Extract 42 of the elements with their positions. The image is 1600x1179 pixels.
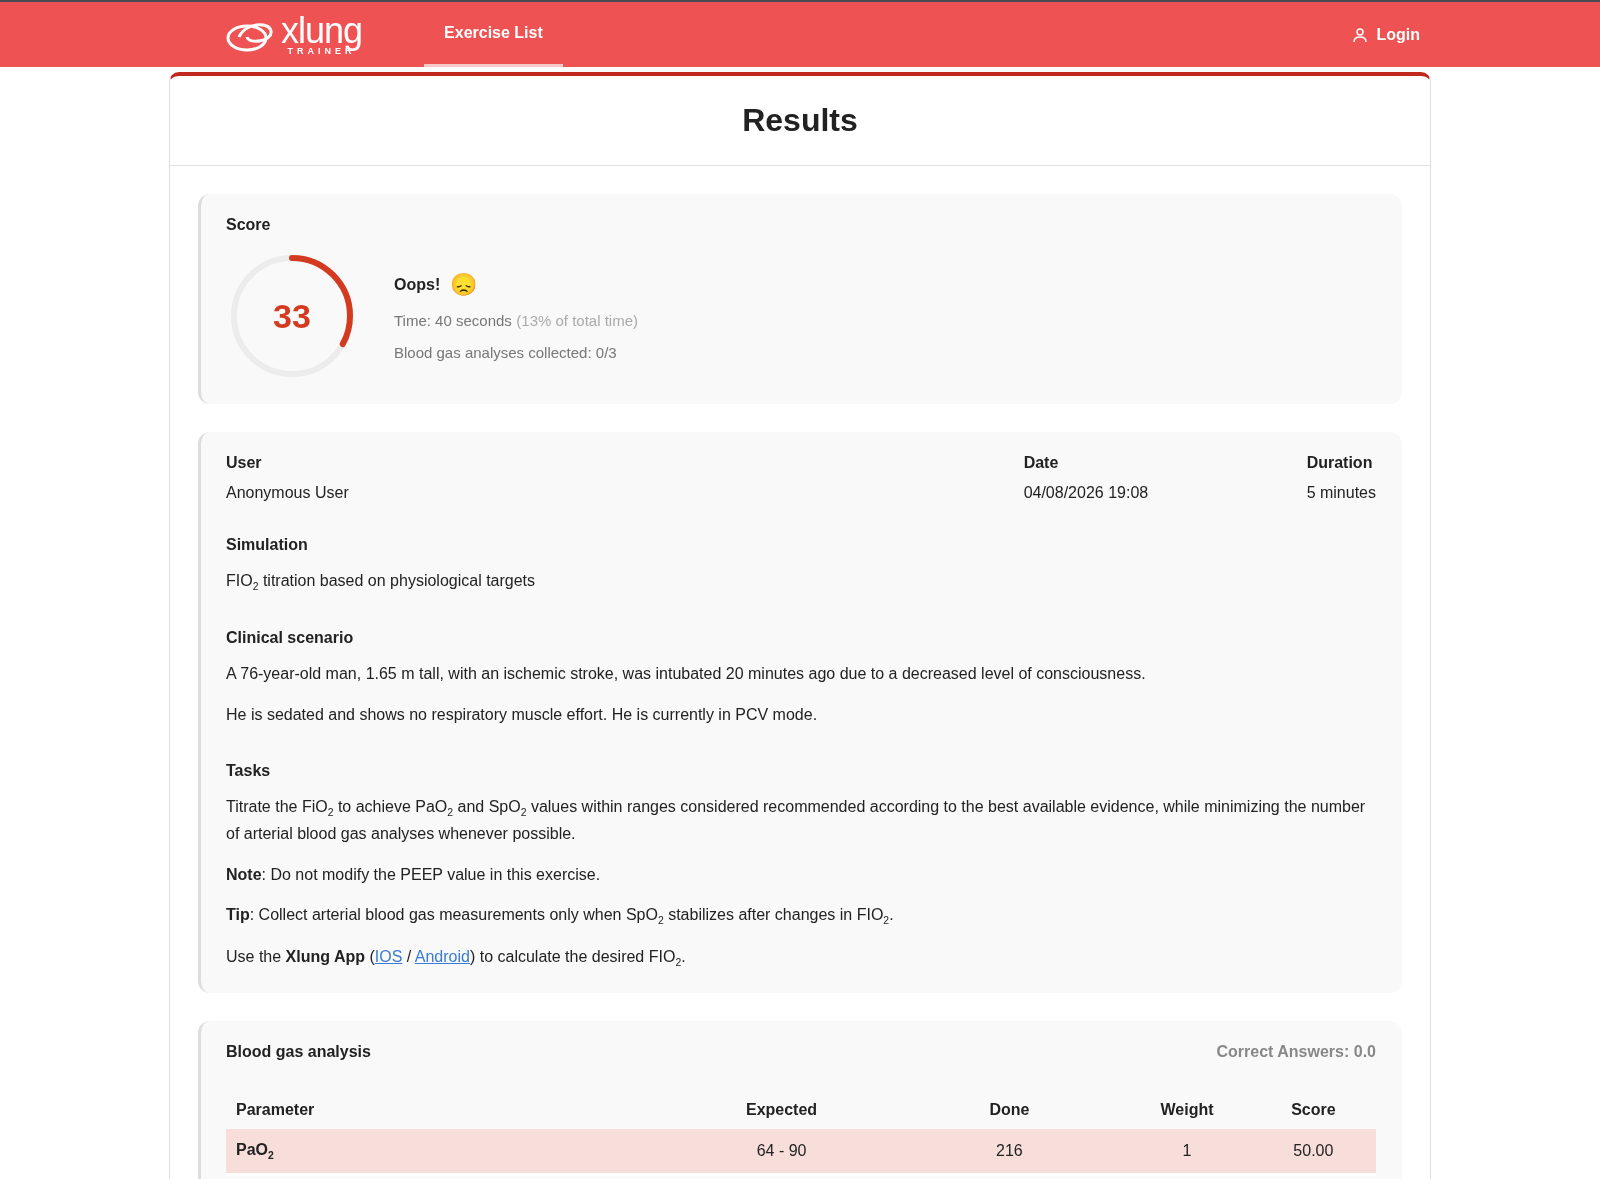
table-cell: 1 xyxy=(1123,1128,1251,1175)
logo-wordmark: xlung xyxy=(281,13,363,49)
time-share-text: (13% of total time) xyxy=(516,311,638,329)
paragraph: He is sedated and shows no respiratory muscle effort. He is currently in PCV mode. xyxy=(226,704,819,725)
table-cell: 64 - 90 xyxy=(667,1128,896,1175)
paragraph: Use the Xlung App (IOS / Android) to calculate the desired FIO$_{2}$. xyxy=(226,946,687,970)
field-value: 04/08/2026 19:08 xyxy=(1023,484,1150,502)
table-cell: PaO$_{2}$ xyxy=(226,1128,668,1175)
correct-answers: Correct Answers: 0.0 xyxy=(1216,1042,1376,1061)
page-title: Results xyxy=(170,76,1430,166)
column-header: Done xyxy=(895,1090,1124,1129)
section-heading: Simulation xyxy=(226,536,309,554)
paragraph: Note: Do not modify the PEEP value in this exercise. xyxy=(226,864,602,885)
paragraph: A 76-year-old man, 1.65 m tall, with an ischemic stroke, was intubated 20 minutes ago due to a decreased level of consciousness. xyxy=(226,664,1147,685)
nav-tab[interactable]: Exercise List xyxy=(424,2,563,67)
column-header: Parameter xyxy=(226,1090,668,1129)
paragraph: Tip: Collect arterial blood gas measurements only when SpO$_{2}$ stabilizes after changes in FIO$_{2}$. xyxy=(226,905,895,929)
result-headline: Oops! xyxy=(394,275,441,294)
sad-face-icon: 😞 xyxy=(450,271,478,298)
section-heading: Blood gas analysis xyxy=(226,1042,371,1061)
table-cell: 216 xyxy=(895,1128,1124,1175)
field-label: Duration xyxy=(1306,454,1374,472)
column-header: Expected xyxy=(667,1090,896,1129)
time-text: Time: 40 seconds xyxy=(394,311,512,329)
field-value: Anonymous User xyxy=(226,484,350,502)
paragraph: Titrate the FiO$_{2}$ to achieve PaO$_{2}$ and SpO$_{2}$ values within ranges considered recommended according to the best available evidence, while minimizing the number of arterial blood gas analyses whenever possible. xyxy=(226,797,1367,845)
store-link[interactable]: IOS xyxy=(374,947,403,965)
user-icon xyxy=(1352,26,1369,43)
column-header: Score xyxy=(1250,1090,1376,1129)
section-heading: Score xyxy=(226,216,272,234)
table-cell: 50.00 xyxy=(1250,1128,1376,1175)
collected-text: Blood gas analyses collected: 0/3 xyxy=(394,343,618,361)
section-heading: Clinical scenario xyxy=(226,629,355,648)
column-header: Weight xyxy=(1123,1090,1251,1129)
section-heading: Tasks xyxy=(226,762,272,781)
score-value: 33 xyxy=(272,295,312,337)
field-label: Date xyxy=(1023,454,1060,472)
store-link[interactable]: Android xyxy=(414,947,470,965)
field-label: User xyxy=(226,454,263,472)
login-link[interactable]: Login xyxy=(1352,2,1420,67)
paragraph: FIO$_{2}$ titration based on physiological targets xyxy=(226,571,537,595)
field-value: 5 minutes xyxy=(1306,484,1376,502)
